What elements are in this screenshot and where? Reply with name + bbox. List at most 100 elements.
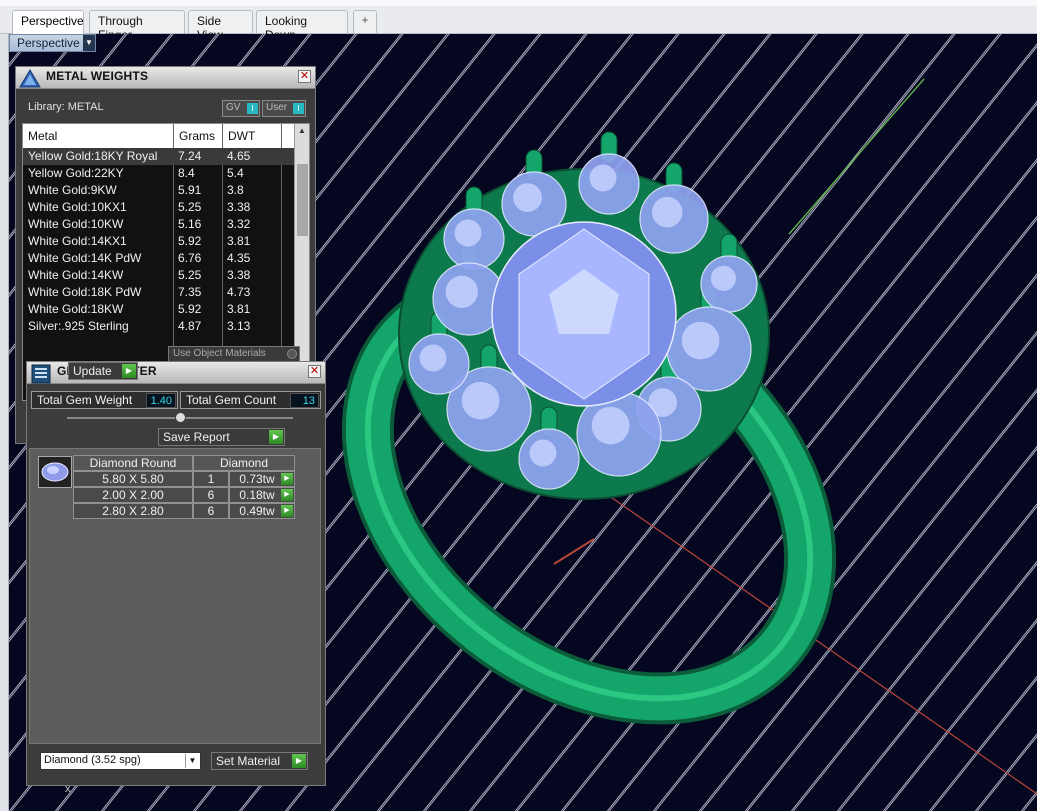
metal-name-cell: Silver:.925 Sterling	[28, 319, 129, 333]
use-object-materials-label: Use Object Materials	[173, 348, 266, 359]
close-icon[interactable]: ✕	[298, 70, 311, 83]
gem-size-cell: 2.00 X 2.00	[73, 487, 193, 503]
table-row[interactable]: Silver:.925 Sterling 4.87 3.13	[23, 318, 295, 335]
metal-name-cell: White Gold:10KW	[28, 217, 124, 231]
table-row[interactable]: White Gold:18K PdW 7.35 4.73	[23, 284, 295, 301]
grid-line	[882, 618, 1037, 811]
scroll-up-icon[interactable]: ▲	[295, 124, 309, 138]
save-report-button-label: Save Report	[163, 430, 230, 444]
play-arrow-icon[interactable]: ▶	[281, 505, 293, 517]
toggle-indicator-icon: I	[293, 103, 304, 114]
gem-size-cell: 5.80 X 5.80	[73, 471, 193, 487]
set-material-button-label: Set Material	[216, 754, 281, 768]
tab-perspective[interactable]: Perspective	[12, 10, 84, 34]
material-select[interactable]: Diamond (3.52 spg) ▼	[40, 752, 201, 770]
total-gem-weight-box: Total Gem Weight 1.40	[31, 391, 178, 409]
grid-line	[1022, 793, 1037, 811]
grams-cell: 7.24	[178, 149, 202, 163]
slider-knob[interactable]	[175, 412, 186, 423]
dwt-cell: 3.38	[227, 200, 251, 214]
table-row[interactable]: White Gold:10KW 5.16 3.32	[23, 216, 295, 233]
grams-cell: 5.25	[178, 268, 202, 282]
gem-size-cell: 2.80 X 2.80	[73, 503, 193, 519]
play-arrow-icon[interactable]: ▶	[281, 473, 293, 485]
view-tab-bar: Perspective Through Finger Side View Loo…	[0, 0, 1037, 42]
grams-cell: 5.16	[178, 217, 202, 231]
diamond-facet	[710, 265, 737, 291]
metal-weights-titlebar[interactable]: METAL WEIGHTS ✕	[16, 67, 315, 89]
table-row[interactable]: White Gold:14K PdW 6.76 4.35	[23, 250, 295, 267]
gem-weight-value: 0.49tw	[239, 504, 275, 518]
metal-name-cell: White Gold:18K PdW	[28, 285, 142, 299]
viewport-view-label: Perspective	[17, 36, 80, 50]
gem-material-header: Diamond	[193, 455, 295, 471]
play-arrow-icon: ▶	[269, 430, 283, 444]
close-icon[interactable]: ✕	[308, 365, 321, 378]
tab-through-finger[interactable]: Through Finger	[89, 10, 185, 42]
diamond-facet	[454, 219, 482, 247]
save-report-button[interactable]: Save Report ▶	[158, 428, 285, 446]
gv-toggle-label: GV	[226, 102, 241, 113]
metal-name-cell: White Gold:18KW	[28, 302, 124, 316]
play-arrow-icon[interactable]: ▶	[281, 489, 293, 501]
report-slider[interactable]	[67, 412, 293, 423]
grid-line	[838, 563, 1037, 811]
chevron-down-icon: ▼	[185, 754, 199, 768]
axis-cut-mark	[553, 538, 595, 565]
tab-side-view[interactable]: Side View	[188, 10, 253, 42]
add-tab-button[interactable]: +	[353, 10, 377, 33]
viewport-view-dropdown[interactable]: Perspective ▼	[9, 34, 96, 52]
diamond-facet	[681, 321, 720, 360]
grams-cell: 5.25	[178, 200, 202, 214]
scroll-thumb[interactable]	[297, 164, 308, 236]
radio-icon	[287, 349, 297, 359]
metal-name-cell: White Gold:9KW	[28, 183, 117, 197]
set-material-button[interactable]: Set Material ▶	[211, 752, 308, 770]
diamond-facet	[445, 275, 478, 308]
diamond-facet	[419, 344, 447, 372]
update-button-label: Update	[73, 364, 112, 378]
gem-weight-cell: 0.49tw ▶	[229, 503, 295, 519]
gem-reporter-logo-icon	[31, 364, 51, 384]
tab-looking-down[interactable]: Looking Down	[256, 10, 348, 42]
user-toggle[interactable]: User I	[262, 100, 306, 117]
play-arrow-icon: ▶	[122, 364, 136, 378]
dwt-cell: 3.81	[227, 302, 251, 316]
dwt-cell: 3.38	[227, 268, 251, 282]
gem-count-cell: 1	[193, 471, 229, 487]
grid-line	[1020, 790, 1037, 811]
table-row[interactable]: White Gold:10KX1 5.25 3.38	[23, 199, 295, 216]
dwt-cell: 4.35	[227, 251, 251, 265]
total-gem-count-label: Total Gem Count	[186, 393, 277, 407]
grid-line	[836, 560, 1037, 811]
grams-cell: 5.91	[178, 183, 202, 197]
gem-report-area: Diamond Round Diamond 5.80 X 5.80 1 0.73tw…	[29, 448, 321, 744]
metal-name-cell: White Gold:14KX1	[28, 234, 127, 248]
table-row[interactable]: White Gold:14KX1 5.92 3.81	[23, 233, 295, 250]
use-object-materials-toggle[interactable]: Use Object Materials	[168, 346, 300, 362]
grid-line	[930, 678, 1037, 811]
diamond-facet	[529, 439, 557, 467]
round-diamond-thumbnail	[38, 456, 72, 488]
total-gem-weight-label: Total Gem Weight	[37, 393, 133, 407]
dwt-cell: 4.65	[227, 149, 251, 163]
column-header-metal[interactable]: Metal	[28, 129, 57, 143]
table-row[interactable]: White Gold:18KW 5.92 3.81	[23, 301, 295, 318]
library-label: Library: METAL	[28, 101, 104, 113]
dwt-cell: 3.81	[227, 234, 251, 248]
update-button[interactable]: Update ▶	[68, 362, 138, 380]
gv-toggle[interactable]: GV I	[222, 100, 260, 117]
table-row[interactable]: White Gold:14KW 5.25 3.38	[23, 267, 295, 284]
axis-x-marker: x	[65, 783, 71, 795]
dwt-cell: 5.4	[227, 166, 244, 180]
column-header-dwt[interactable]: DWT	[228, 129, 255, 143]
play-arrow-icon: ▶	[292, 754, 306, 768]
table-row[interactable]: Yellow Gold:22KY 8.4 5.4	[23, 165, 295, 182]
table-row[interactable]: White Gold:9KW 5.91 3.8	[23, 182, 295, 199]
gem-count-cell: 6	[193, 487, 229, 503]
table-row[interactable]: Yellow Gold:18KY Royal 7.24 4.65	[23, 148, 295, 165]
grid-line	[928, 675, 1037, 811]
dwt-cell: 3.32	[227, 217, 251, 231]
column-header-grams[interactable]: Grams	[179, 129, 215, 143]
grid-line	[974, 733, 1037, 811]
